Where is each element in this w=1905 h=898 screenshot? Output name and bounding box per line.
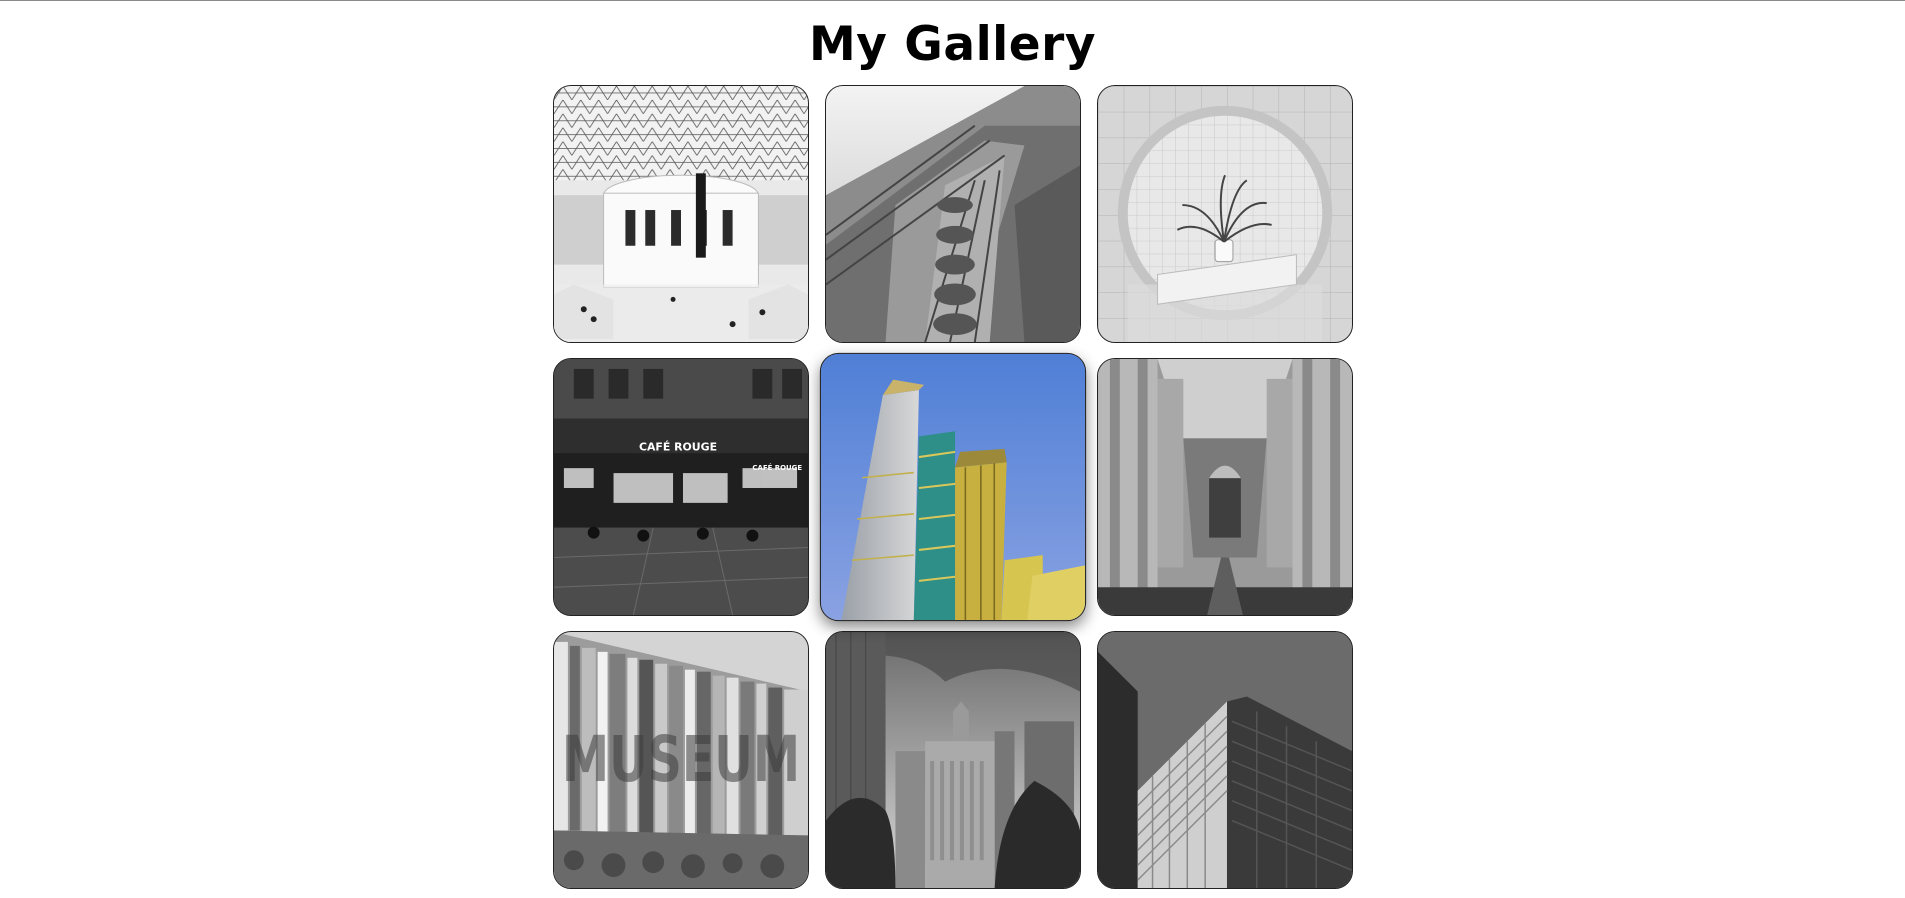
gallery-image-skyscraper[interactable]	[819, 352, 1087, 622]
gallery-image-cathedral-nave[interactable]	[1097, 358, 1353, 616]
gallery-image-museum[interactable]: MUSEUM	[553, 631, 809, 889]
image-cathedral-facade	[826, 86, 1080, 342]
image-city-skyline	[826, 632, 1080, 888]
gallery-image-cafe-night[interactable]: CAFÉ ROUGE CAFÉ ROUGE	[553, 358, 809, 616]
image-cathedral-nave	[1098, 359, 1352, 615]
image-apartment-tower	[1098, 632, 1352, 888]
cafe-sign-side: CAFÉ ROUGE	[752, 463, 802, 472]
top-divider	[0, 0, 1905, 1]
image-museum: MUSEUM	[554, 632, 808, 888]
image-tiled-room	[1098, 86, 1352, 342]
gallery-image-tiled-room[interactable]	[1097, 85, 1353, 343]
cafe-sign-main: CAFÉ ROUGE	[639, 440, 717, 453]
image-library-atrium	[554, 86, 808, 342]
gallery-image-library-atrium[interactable]	[553, 85, 809, 343]
gallery-image-apartment-tower[interactable]	[1097, 631, 1353, 889]
image-cafe-night: CAFÉ ROUGE CAFÉ ROUGE	[554, 359, 808, 615]
museum-sign: MUSEUM	[562, 722, 800, 796]
gallery-image-cathedral-facade[interactable]	[825, 85, 1081, 343]
image-skyscraper	[820, 353, 1086, 621]
gallery-image-city-skyline[interactable]	[825, 631, 1081, 889]
gallery-grid: CAFÉ ROUGE CAFÉ ROUGE MUSEUM	[553, 85, 1353, 889]
page-title: My Gallery	[809, 17, 1096, 72]
